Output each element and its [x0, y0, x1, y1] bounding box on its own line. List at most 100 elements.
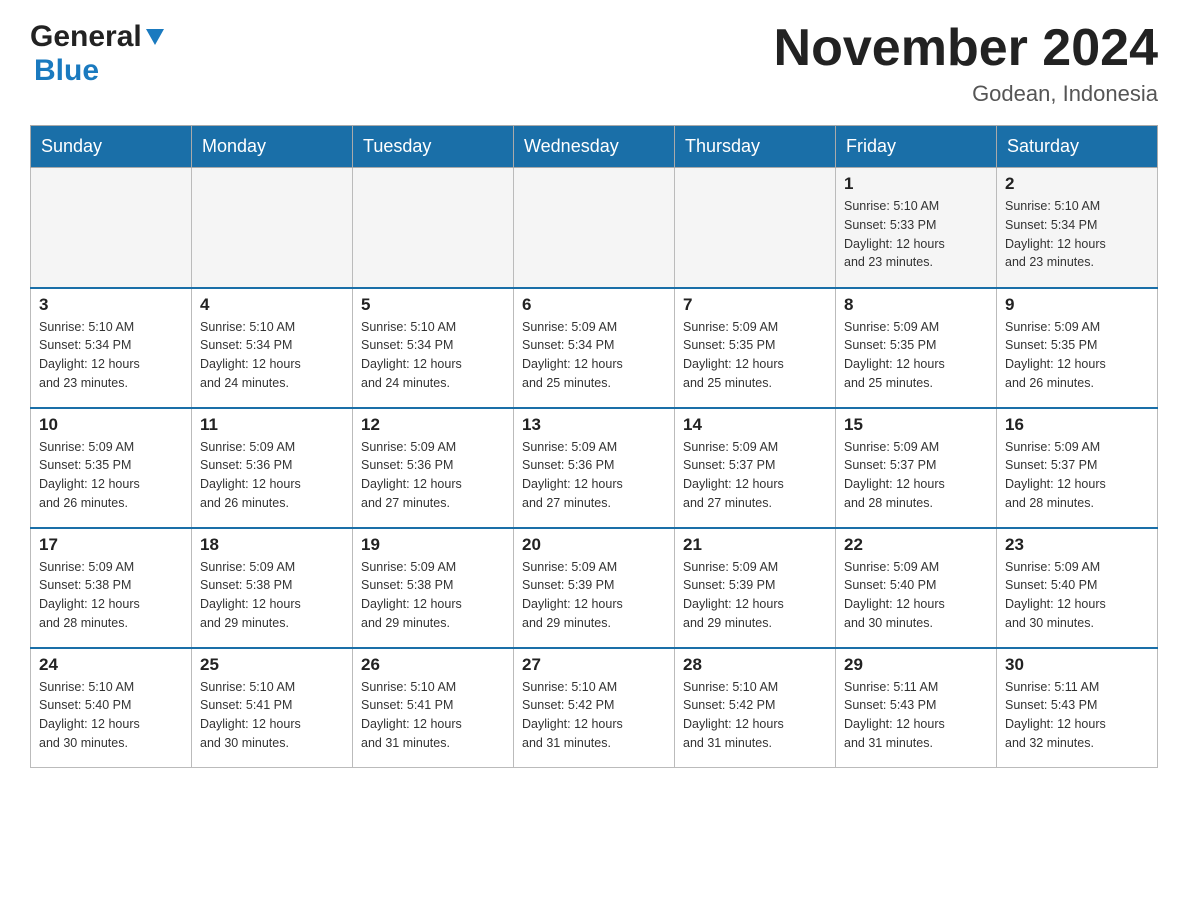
calendar-cell: 28 Sunrise: 5:10 AM Sunset: 5:42 PM Dayli…: [675, 648, 836, 768]
calendar-cell: 22 Sunrise: 5:09 AM Sunset: 5:40 PM Dayli…: [836, 528, 997, 648]
day-info: Sunrise: 5:09 AM Sunset: 5:38 PM Dayligh…: [200, 560, 301, 630]
day-info: Sunrise: 5:11 AM Sunset: 5:43 PM Dayligh…: [1005, 680, 1106, 750]
calendar-cell: 19 Sunrise: 5:09 AM Sunset: 5:38 PM Dayli…: [353, 528, 514, 648]
day-number: 10: [39, 415, 183, 435]
calendar-cell: 25 Sunrise: 5:10 AM Sunset: 5:41 PM Dayli…: [192, 648, 353, 768]
page-header: General Blue November 2024 Godean, Indon…: [30, 20, 1158, 107]
calendar-cell: 12 Sunrise: 5:09 AM Sunset: 5:36 PM Dayli…: [353, 408, 514, 528]
calendar-cell: 15Sunrise: 5:09 AM Sunset: 5:37 PM Dayli…: [836, 408, 997, 528]
calendar-cell: [31, 168, 192, 288]
day-number: 16: [1005, 415, 1149, 435]
day-info: Sunrise: 5:10 AM Sunset: 5:34 PM Dayligh…: [39, 320, 140, 390]
location-label: Godean, Indonesia: [774, 81, 1158, 107]
day-number: 17: [39, 535, 183, 555]
day-number: 25: [200, 655, 344, 675]
day-info: Sunrise: 5:09 AM Sunset: 5:36 PM Dayligh…: [200, 440, 301, 510]
calendar-cell: 14 Sunrise: 5:09 AM Sunset: 5:37 PM Dayli…: [675, 408, 836, 528]
calendar-cell: 23 Sunrise: 5:09 AM Sunset: 5:40 PM Dayli…: [997, 528, 1158, 648]
calendar-cell: 11 Sunrise: 5:09 AM Sunset: 5:36 PM Dayli…: [192, 408, 353, 528]
calendar-cell: 18 Sunrise: 5:09 AM Sunset: 5:38 PM Dayli…: [192, 528, 353, 648]
weekday-header-friday: Friday: [836, 126, 997, 168]
weekday-header-sunday: Sunday: [31, 126, 192, 168]
day-info: Sunrise: 5:09 AM Sunset: 5:39 PM Dayligh…: [683, 560, 784, 630]
day-number: 18: [200, 535, 344, 555]
weekday-header-tuesday: Tuesday: [353, 126, 514, 168]
day-number: 29: [844, 655, 988, 675]
calendar-cell: 6Sunrise: 5:09 AM Sunset: 5:34 PM Daylig…: [514, 288, 675, 408]
title-block: November 2024 Godean, Indonesia: [774, 20, 1158, 107]
logo-general-text: General: [30, 20, 142, 54]
day-number: 13: [522, 415, 666, 435]
calendar-cell: [353, 168, 514, 288]
weekday-header-monday: Monday: [192, 126, 353, 168]
calendar-cell: 3 Sunrise: 5:10 AM Sunset: 5:34 PM Daylig…: [31, 288, 192, 408]
day-number: 11: [200, 415, 344, 435]
day-info: Sunrise: 5:09 AM Sunset: 5:35 PM Dayligh…: [39, 440, 140, 510]
day-info: Sunrise: 5:10 AM Sunset: 5:41 PM Dayligh…: [200, 680, 301, 750]
day-number: 23: [1005, 535, 1149, 555]
day-info: Sunrise: 5:09 AM Sunset: 5:36 PM Dayligh…: [361, 440, 462, 510]
day-number: 30: [1005, 655, 1149, 675]
month-title: November 2024: [774, 20, 1158, 77]
calendar-cell: 10 Sunrise: 5:09 AM Sunset: 5:35 PM Dayli…: [31, 408, 192, 528]
calendar-cell: 16 Sunrise: 5:09 AM Sunset: 5:37 PM Dayli…: [997, 408, 1158, 528]
day-info: Sunrise: 5:09 AM Sunset: 5:40 PM Dayligh…: [844, 560, 945, 630]
day-number: 4: [200, 295, 344, 315]
day-number: 15: [844, 415, 988, 435]
day-info: Sunrise: 5:10 AM Sunset: 5:33 PM Dayligh…: [844, 199, 945, 269]
day-number: 24: [39, 655, 183, 675]
day-info: Sunrise: 5:10 AM Sunset: 5:34 PM Dayligh…: [1005, 199, 1106, 269]
day-info: Sunrise: 5:10 AM Sunset: 5:34 PM Dayligh…: [200, 320, 301, 390]
day-info: Sunrise: 5:09 AM Sunset: 5:38 PM Dayligh…: [39, 560, 140, 630]
calendar-cell: 30 Sunrise: 5:11 AM Sunset: 5:43 PM Dayli…: [997, 648, 1158, 768]
calendar-cell: 27 Sunrise: 5:10 AM Sunset: 5:42 PM Dayli…: [514, 648, 675, 768]
day-number: 14: [683, 415, 827, 435]
day-number: 22: [844, 535, 988, 555]
day-number: 27: [522, 655, 666, 675]
day-number: 12: [361, 415, 505, 435]
calendar-cell: 9 Sunrise: 5:09 AM Sunset: 5:35 PM Daylig…: [997, 288, 1158, 408]
day-number: 20: [522, 535, 666, 555]
day-number: 3: [39, 295, 183, 315]
day-number: 7: [683, 295, 827, 315]
logo-blue-text: Blue: [34, 54, 99, 87]
day-info: Sunrise: 5:10 AM Sunset: 5:41 PM Dayligh…: [361, 680, 462, 750]
logo: General Blue: [30, 20, 164, 88]
calendar-cell: 17 Sunrise: 5:09 AM Sunset: 5:38 PM Dayli…: [31, 528, 192, 648]
weekday-header-wednesday: Wednesday: [514, 126, 675, 168]
calendar-table: SundayMondayTuesdayWednesdayThursdayFrid…: [30, 125, 1158, 768]
day-info: Sunrise: 5:09 AM Sunset: 5:38 PM Dayligh…: [361, 560, 462, 630]
day-number: 9: [1005, 295, 1149, 315]
day-number: 1: [844, 174, 988, 194]
day-info: Sunrise: 5:09 AM Sunset: 5:40 PM Dayligh…: [1005, 560, 1106, 630]
calendar-cell: 7 Sunrise: 5:09 AM Sunset: 5:35 PM Daylig…: [675, 288, 836, 408]
day-info: Sunrise: 5:09 AM Sunset: 5:35 PM Dayligh…: [1005, 320, 1106, 390]
day-number: 28: [683, 655, 827, 675]
day-info: Sunrise: 5:09 AM Sunset: 5:37 PM Dayligh…: [1005, 440, 1106, 510]
calendar-cell: 29 Sunrise: 5:11 AM Sunset: 5:43 PM Dayli…: [836, 648, 997, 768]
weekday-header-saturday: Saturday: [997, 126, 1158, 168]
day-info: Sunrise: 5:10 AM Sunset: 5:42 PM Dayligh…: [522, 680, 623, 750]
day-info: Sunrise: 5:10 AM Sunset: 5:34 PM Dayligh…: [361, 320, 462, 390]
calendar-cell: 26 Sunrise: 5:10 AM Sunset: 5:41 PM Dayli…: [353, 648, 514, 768]
calendar-cell: 5 Sunrise: 5:10 AM Sunset: 5:34 PM Daylig…: [353, 288, 514, 408]
calendar-cell: [514, 168, 675, 288]
weekday-header-thursday: Thursday: [675, 126, 836, 168]
calendar-cell: 24 Sunrise: 5:10 AM Sunset: 5:40 PM Dayli…: [31, 648, 192, 768]
logo-triangle-icon: [146, 29, 164, 50]
calendar-cell: 20Sunrise: 5:09 AM Sunset: 5:39 PM Dayli…: [514, 528, 675, 648]
day-info: Sunrise: 5:09 AM Sunset: 5:35 PM Dayligh…: [683, 320, 784, 390]
calendar-cell: [675, 168, 836, 288]
day-info: Sunrise: 5:09 AM Sunset: 5:36 PM Dayligh…: [522, 440, 623, 510]
day-info: Sunrise: 5:10 AM Sunset: 5:40 PM Dayligh…: [39, 680, 140, 750]
day-number: 21: [683, 535, 827, 555]
day-number: 5: [361, 295, 505, 315]
day-number: 19: [361, 535, 505, 555]
day-number: 2: [1005, 174, 1149, 194]
calendar-cell: 21 Sunrise: 5:09 AM Sunset: 5:39 PM Dayli…: [675, 528, 836, 648]
day-info: Sunrise: 5:10 AM Sunset: 5:42 PM Dayligh…: [683, 680, 784, 750]
day-info: Sunrise: 5:09 AM Sunset: 5:37 PM Dayligh…: [683, 440, 784, 510]
day-info: Sunrise: 5:11 AM Sunset: 5:43 PM Dayligh…: [844, 680, 945, 750]
day-number: 26: [361, 655, 505, 675]
calendar-cell: 4 Sunrise: 5:10 AM Sunset: 5:34 PM Daylig…: [192, 288, 353, 408]
